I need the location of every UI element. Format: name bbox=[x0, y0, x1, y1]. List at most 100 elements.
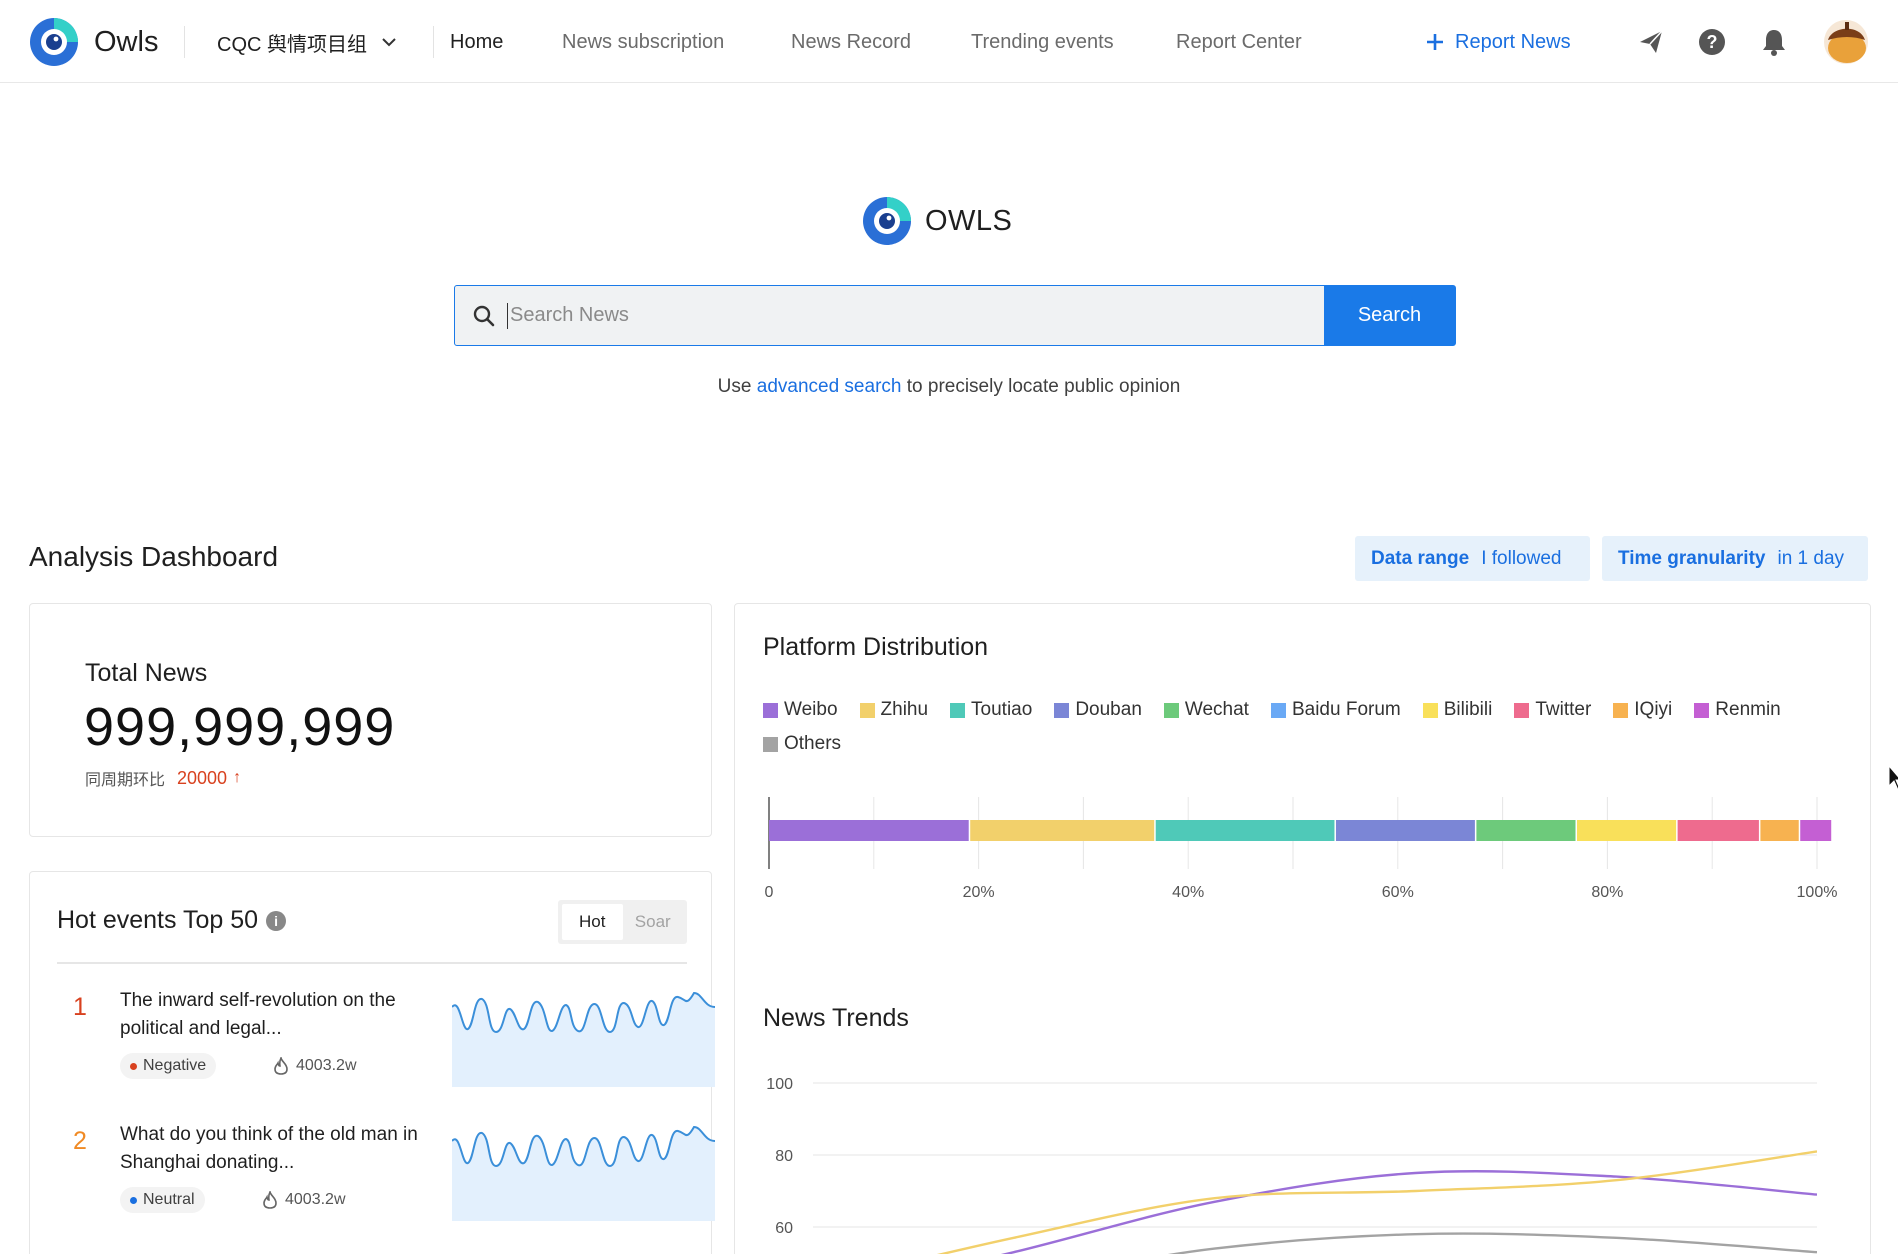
legend-item[interactable]: Douban bbox=[1054, 699, 1142, 721]
flame-icon bbox=[274, 1057, 288, 1075]
legend-swatch bbox=[763, 736, 778, 752]
plus-icon bbox=[1427, 34, 1443, 50]
event-title: The inward self-revolution on the politi… bbox=[120, 990, 396, 1039]
legend-swatch bbox=[950, 702, 966, 718]
comparison-value: 20000 bbox=[177, 767, 228, 788]
chevron-down-icon bbox=[382, 38, 396, 47]
platform-trends-card: Platform Distribution Weibo Zhihu Toutiao D… bbox=[734, 603, 1871, 1254]
x-tick-label: 0 bbox=[765, 884, 774, 901]
nav-report-center[interactable]: Report Center bbox=[1176, 26, 1302, 58]
legend-label: Zhihu bbox=[880, 699, 929, 720]
x-tick-label: 20% bbox=[963, 884, 995, 901]
legend-item[interactable]: Bilibili bbox=[1422, 699, 1492, 721]
event-title: What do you think of the old man in Shan… bbox=[120, 1124, 418, 1173]
mouse-cursor-icon bbox=[1889, 766, 1898, 791]
nav-news-record[interactable]: News Record bbox=[791, 26, 911, 58]
sentiment-badge: Negative bbox=[120, 1053, 217, 1079]
legend-item[interactable]: Twitter bbox=[1514, 699, 1591, 721]
brand[interactable]: Owls bbox=[28, 16, 158, 68]
legend-item[interactable]: Wechat bbox=[1163, 699, 1249, 721]
legend-swatch bbox=[859, 702, 875, 718]
legend-label: Renmin bbox=[1715, 699, 1781, 720]
sentiment-label: Negative bbox=[143, 1057, 207, 1074]
x-tick-label: 60% bbox=[1382, 884, 1414, 901]
hot-soar-toggle: Hot Soar bbox=[558, 900, 687, 944]
sentiment-badge: Neutral bbox=[120, 1187, 205, 1213]
report-news-button[interactable]: Report News bbox=[1425, 24, 1571, 60]
bar-segment-toutiao bbox=[1155, 820, 1335, 841]
legend-item[interactable]: Renmin bbox=[1694, 699, 1781, 721]
project-selector[interactable]: CQC 舆情项目组 bbox=[217, 26, 397, 58]
heat-number: 4003.2w bbox=[285, 1191, 346, 1208]
bar-segment-bilibili bbox=[1577, 820, 1677, 841]
time-granularity-label: Time granularity bbox=[1618, 547, 1766, 569]
help-icon[interactable]: ? bbox=[1697, 27, 1727, 57]
platform-distribution-chart: 0 20% 40% 60% 80% 100% bbox=[765, 797, 1838, 901]
list-item[interactable]: 2 What do you think of the old man in Sh… bbox=[57, 1121, 715, 1246]
data-range-value: I followed bbox=[1481, 547, 1562, 569]
nav-trending-events[interactable]: Trending events bbox=[971, 26, 1114, 58]
heat-value: 4003.2w bbox=[263, 1187, 346, 1213]
bar-segment-douban bbox=[1335, 820, 1475, 841]
news-trends-title: News Trends bbox=[763, 1004, 909, 1032]
legend-item[interactable]: IQiyi bbox=[1613, 699, 1672, 721]
send-icon[interactable] bbox=[1636, 27, 1666, 57]
legend-label: Twitter bbox=[1535, 699, 1592, 720]
owls-logo-icon bbox=[30, 18, 78, 66]
legend-label: Baidu Forum bbox=[1291, 699, 1401, 720]
avatar[interactable] bbox=[1824, 20, 1868, 64]
nav-home[interactable]: Home bbox=[450, 26, 503, 58]
rank-number: 2 bbox=[73, 1127, 87, 1155]
report-news-label: Report News bbox=[1455, 30, 1571, 53]
dashboard-title: Analysis Dashboard bbox=[29, 541, 279, 572]
hero-logo-text: OWLS bbox=[925, 204, 1013, 237]
bar-segment-iqiyi bbox=[1760, 820, 1799, 841]
legend-item[interactable]: Weibo bbox=[763, 699, 838, 721]
bar-segment-renmin bbox=[1800, 820, 1832, 841]
legend-swatch bbox=[1270, 702, 1286, 718]
total-news-title: Total News bbox=[85, 659, 208, 687]
bar-segment-twitter bbox=[1677, 820, 1759, 841]
legend-label: Weibo bbox=[784, 699, 838, 720]
nav-news-subscription[interactable]: News subscription bbox=[562, 26, 724, 58]
tab-hot[interactable]: Hot bbox=[562, 904, 623, 940]
list-item[interactable]: 1 The inward self-revolution on the poli… bbox=[57, 987, 715, 1112]
legend-label: IQiyi bbox=[1634, 699, 1673, 720]
bell-icon[interactable] bbox=[1759, 27, 1789, 57]
period-comparison: 同周期环比 20000 ↑ bbox=[85, 766, 241, 790]
info-icon[interactable]: i bbox=[266, 910, 287, 931]
platform-distribution-title: Platform Distribution bbox=[763, 633, 989, 661]
hint-prefix: Use bbox=[717, 376, 752, 397]
legend-swatch bbox=[1422, 702, 1438, 718]
divider bbox=[57, 962, 687, 964]
legend-item[interactable]: Toutiao bbox=[950, 699, 1032, 721]
time-granularity-filter[interactable]: Time granularity in 1 day bbox=[1602, 536, 1868, 581]
heat-number: 4003.2w bbox=[296, 1057, 357, 1074]
legend-swatch bbox=[763, 702, 778, 718]
hot-events-card: Hot events Top 50 i Hot Soar 1 The inwar… bbox=[29, 871, 715, 1254]
trend-sparkline bbox=[452, 991, 715, 1087]
legend-swatch bbox=[1613, 702, 1629, 718]
legend-label: Others bbox=[784, 733, 842, 754]
search-icon bbox=[455, 286, 507, 345]
search-box: Search bbox=[454, 285, 1456, 346]
x-tick-label: 100% bbox=[1797, 884, 1838, 901]
search-button[interactable]: Search bbox=[1324, 286, 1455, 345]
legend-swatch bbox=[1054, 702, 1070, 718]
trend-sparkline bbox=[452, 1125, 715, 1221]
legend-item[interactable]: Zhihu bbox=[859, 699, 929, 721]
legend-item[interactable]: Baidu Forum bbox=[1270, 699, 1401, 721]
comparison-label: 同周期环比 bbox=[85, 772, 166, 789]
search-hint: Use advanced search to precisely locate … bbox=[0, 376, 1898, 398]
y-tick-label: 80 bbox=[775, 1148, 793, 1165]
hint-suffix: to precisely locate public opinion bbox=[906, 376, 1181, 397]
legend-item[interactable]: Others bbox=[763, 733, 841, 755]
search-input[interactable] bbox=[507, 302, 1324, 329]
status-dot bbox=[130, 1062, 137, 1070]
data-range-filter[interactable]: Data range I followed bbox=[1355, 536, 1590, 581]
rank-number: 1 bbox=[73, 993, 87, 1021]
owls-logo-icon bbox=[863, 197, 911, 245]
advanced-search-link[interactable]: advanced search bbox=[757, 376, 902, 397]
nav-divider bbox=[184, 26, 185, 58]
tab-soar[interactable]: Soar bbox=[623, 904, 684, 940]
